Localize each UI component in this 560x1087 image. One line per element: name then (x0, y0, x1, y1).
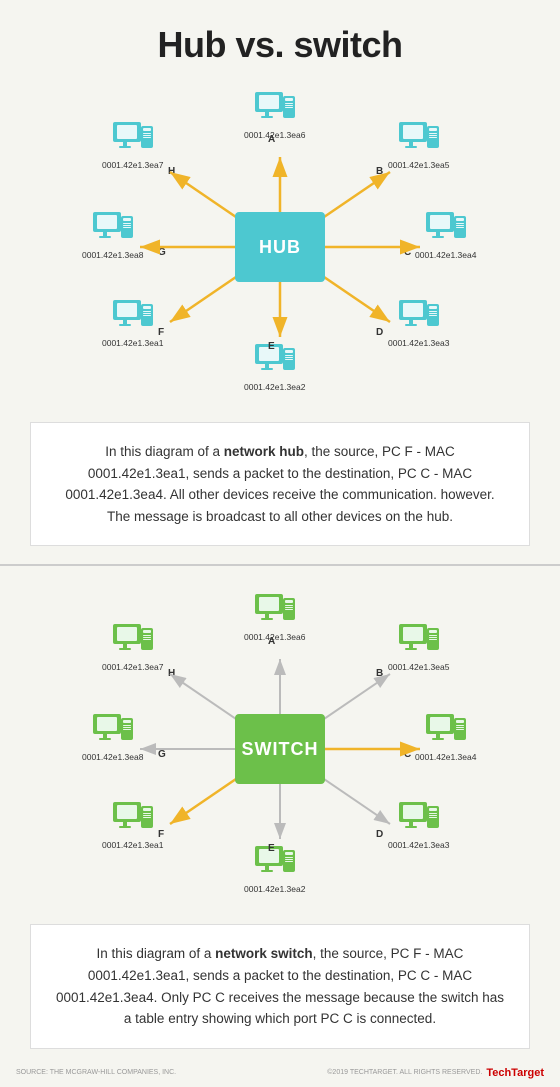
switch-section: SWITCH 0001.42e1.3ea6 A (0, 584, 560, 1048)
techtarget-logo: TechTarget (486, 1067, 544, 1079)
switch-description: In this diagram of a network switch, the… (30, 924, 530, 1048)
footer-copyright: ©2019 TECHTARGET. ALL RIGHTS RESERVED. (327, 1069, 482, 1076)
page-title: Hub vs. switch (0, 0, 560, 82)
footer: SOURCE: THE MCGRAW-HILL COMPANIES, INC. … (0, 1059, 560, 1087)
footer-right: ©2019 TECHTARGET. ALL RIGHTS RESERVED. T… (327, 1067, 544, 1079)
footer-source: SOURCE: THE MCGRAW-HILL COMPANIES, INC. (16, 1069, 176, 1076)
hub-section: HUB 0001.42e1.3ea6 A (0, 82, 560, 546)
switch-diagram: SWITCH 0001.42e1.3ea6 A (20, 584, 540, 914)
switch-center-box: SWITCH (235, 714, 325, 784)
hub-diagram: HUB 0001.42e1.3ea6 A (20, 82, 540, 412)
hub-center-box: HUB (235, 212, 325, 282)
section-divider (0, 564, 560, 566)
hub-description: In this diagram of a network hub, the so… (30, 422, 530, 546)
